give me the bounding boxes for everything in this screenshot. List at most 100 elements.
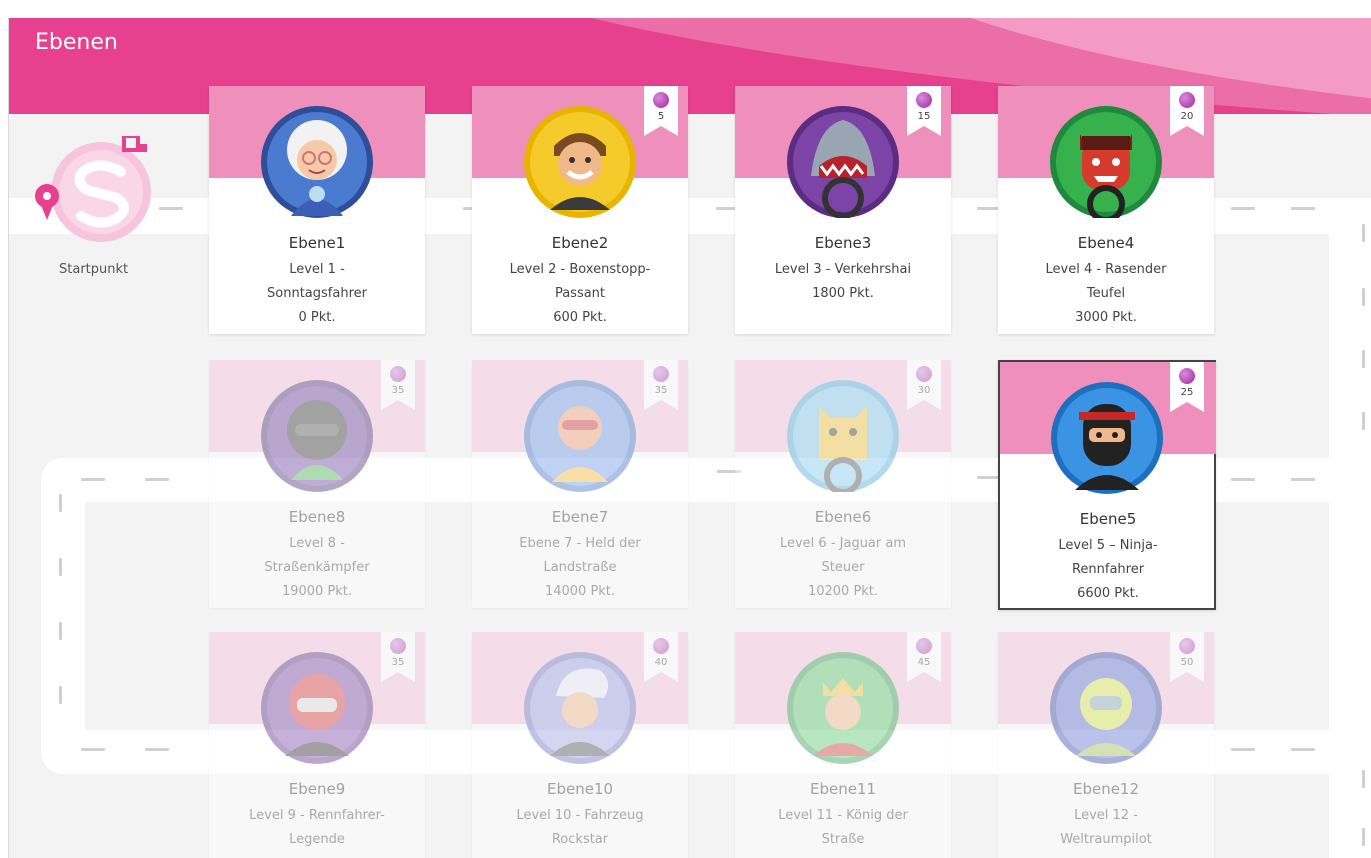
gem-icon — [916, 638, 932, 654]
level-description: Ebene 7 - Held der Landstraße 14000 Pkt. — [490, 532, 670, 604]
page-title: Ebenen — [35, 30, 118, 55]
level-points: 10200 Pkt. — [807, 584, 879, 599]
level-line: Level 6 - Jaguar am — [779, 536, 907, 551]
level-name: Ebene11 — [809, 780, 877, 798]
level-card-2[interactable]: 5 Ebene2 Level 2 - Boxenstopp- Passant 6… — [472, 86, 688, 334]
level-card-5[interactable]: 25 Ebene5 Level 5 – Ninja- Rennfahrer 66… — [998, 360, 1216, 610]
level-line: Teufel — [1086, 286, 1126, 301]
level-description: Level 12 - Weltraumpilot — [1016, 804, 1196, 852]
gem-icon — [653, 638, 669, 654]
level-description: Level 2 - Boxenstopp- Passant 600 Pkt. — [490, 258, 670, 330]
level-card-12[interactable]: 50 Ebene12 Level 12 - Weltraumpilot — [998, 632, 1214, 858]
level-card-4[interactable]: 20 Ebene4 Level 4 - Rasender Teufel 3000… — [998, 86, 1214, 334]
gem-count: 50 — [1180, 657, 1194, 668]
level-points: 1800 Pkt. — [812, 286, 874, 301]
level-name: Ebene9 — [288, 780, 346, 798]
level-line: Weltraumpilot — [1060, 832, 1152, 847]
level-line: Legende — [289, 832, 345, 847]
gem-count: 40 — [654, 657, 668, 668]
gem-count: 35 — [391, 657, 405, 668]
traffic-shark-avatar-icon — [787, 106, 899, 219]
level-description: Level 6 - Jaguar am Steuer 10200 Pkt. — [753, 532, 933, 604]
level-description: Level 10 - Fahrzeug Rockstar — [490, 804, 670, 852]
level-line: Ebene 7 - Held der — [519, 536, 641, 551]
level-points: 600 Pkt. — [553, 310, 607, 325]
gem-count: 20 — [1180, 111, 1194, 122]
level-description: Level 4 - Rasender Teufel 3000 Pkt. — [1016, 258, 1196, 330]
gem-count: 25 — [1180, 387, 1194, 398]
car-rockstar-avatar-icon — [524, 652, 636, 764]
level-name: Ebene5 — [1079, 510, 1137, 528]
level-card-7[interactable]: 35 Ebene7 Ebene 7 - Held der Landstraße … — [472, 360, 688, 608]
level-points: 14000 Pkt. — [544, 584, 616, 599]
level-line: Level 1 - — [289, 262, 345, 277]
level-description: Level 3 - Verkehrshai 1800 Pkt. — [753, 258, 933, 306]
level-description: Level 5 – Ninja- Rennfahrer 6600 Pkt. — [1018, 534, 1198, 606]
sunday-driver-avatar-icon — [261, 106, 373, 218]
level-name: Ebene7 — [551, 508, 609, 526]
pit-stop-avatar-icon — [524, 106, 636, 218]
road-left — [41, 458, 85, 774]
jaguar-avatar-icon — [787, 380, 899, 495]
king-of-road-avatar-icon — [787, 652, 899, 764]
level-description: Level 8 - Straßenkämpfer 19000 Pkt. — [227, 532, 407, 604]
level-line: Passant — [554, 286, 606, 301]
gem-count: 35 — [654, 385, 668, 396]
level-description: Level 1 - Sonntagsfahrer 0 Pkt. — [227, 258, 407, 330]
level-name: Ebene3 — [814, 234, 872, 252]
gem-icon — [916, 92, 932, 108]
level-points: 0 Pkt. — [298, 310, 336, 325]
level-line: Steuer — [821, 560, 865, 575]
gem-icon — [1179, 368, 1195, 384]
space-rider-avatar-icon — [1050, 652, 1162, 764]
level-points: 6600 Pkt. — [1077, 586, 1139, 601]
gem-icon — [916, 366, 932, 382]
level-line: Level 10 - Fahrzeug — [516, 808, 644, 823]
gem-icon — [1179, 92, 1195, 108]
ninja-avatar-icon — [1051, 382, 1163, 494]
level-line: Level 2 - Boxenstopp- — [509, 262, 651, 277]
level-points: 19000 Pkt. — [281, 584, 353, 599]
gem-icon — [1179, 638, 1195, 654]
level-card-11[interactable]: 45 Ebene11 Level 11 - König der Straße — [735, 632, 951, 858]
level-line: Level 8 - — [289, 536, 345, 551]
level-name: Ebene2 — [551, 234, 609, 252]
start-logo-icon — [29, 134, 159, 246]
gem-count: 45 — [917, 657, 931, 668]
level-card-10[interactable]: 40 Ebene10 Level 10 - Fahrzeug Rockstar — [472, 632, 688, 858]
level-line: Level 9 - Rennfahrer- — [249, 808, 385, 823]
level-line: Level 12 - — [1074, 808, 1138, 823]
level-card-1[interactable]: Ebene1 Level 1 - Sonntagsfahrer 0 Pkt. — [209, 86, 425, 334]
level-line: Level 3 - Verkehrshai — [774, 262, 912, 277]
level-line: Straßenkämpfer — [264, 560, 370, 575]
level-line: Rockstar — [551, 832, 609, 847]
app-frame: Ebenen Startpunkt Ebene1 Level 1 - Sonnt… — [8, 18, 1371, 858]
level-line: Level 5 – Ninja- — [1058, 538, 1158, 553]
level-line: Level 11 - König der — [778, 808, 908, 823]
start-label: Startpunkt — [59, 262, 129, 277]
gem-count: 30 — [917, 385, 931, 396]
level-card-6[interactable]: 30 Ebene6 Level 6 - Jaguar am Steuer 102… — [735, 360, 951, 608]
level-name: Ebene10 — [546, 780, 614, 798]
gem-icon — [390, 638, 406, 654]
level-points: 3000 Pkt. — [1075, 310, 1137, 325]
gem-icon — [653, 366, 669, 382]
gem-count: 5 — [657, 111, 665, 122]
level-card-9[interactable]: 35 Ebene9 Level 9 - Rennfahrer- Legende — [209, 632, 425, 858]
level-line: Rennfahrer — [1071, 562, 1145, 577]
level-line: Landstraße — [543, 560, 617, 575]
speed-demon-avatar-icon — [1050, 106, 1162, 223]
level-description: Level 9 - Rennfahrer- Legende — [227, 804, 407, 852]
gem-icon — [390, 366, 406, 382]
level-name: Ebene6 — [814, 508, 872, 526]
highway-hero-avatar-icon — [524, 380, 636, 492]
level-name: Ebene4 — [1077, 234, 1135, 252]
level-description: Level 11 - König der Straße — [753, 804, 933, 852]
level-line: Level 4 - Rasender — [1045, 262, 1167, 277]
level-name: Ebene1 — [288, 234, 346, 252]
gem-count: 15 — [917, 111, 931, 122]
level-line: Straße — [821, 832, 865, 847]
level-card-8[interactable]: 35 Ebene8 Level 8 - Straßenkämpfer 19000… — [209, 360, 425, 608]
level-card-3[interactable]: 15 Ebene3 Level 3 - Verkehrshai 1800 Pkt… — [735, 86, 951, 334]
gem-count: 35 — [391, 385, 405, 396]
